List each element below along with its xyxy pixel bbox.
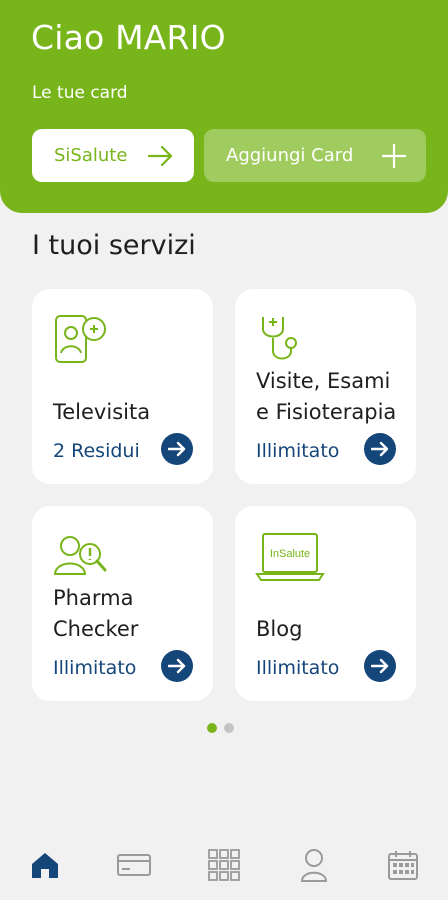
- page-dot-active[interactable]: [207, 723, 217, 733]
- arrow-right-icon[interactable]: [161, 650, 193, 682]
- tile-status: Illimitato: [53, 657, 137, 679]
- card-label: SiSalute: [54, 145, 128, 166]
- grid-icon: [208, 849, 240, 881]
- tile-status: 2 Residui: [53, 440, 140, 462]
- nav-cards[interactable]: [104, 840, 164, 890]
- laptop-icon: InSalute: [255, 533, 325, 581]
- add-card-label: Aggiungi Card: [226, 145, 354, 166]
- calendar-icon: [388, 851, 419, 880]
- services-title: I tuoi servizi: [32, 230, 196, 261]
- nav-home[interactable]: [15, 840, 75, 890]
- laptop-screen-text: InSalute: [270, 548, 310, 560]
- page-dot[interactable]: [224, 723, 234, 733]
- arrow-right-icon: [148, 145, 173, 166]
- cards-label: Le tue card: [32, 83, 128, 103]
- pharma-search-icon: [53, 536, 107, 575]
- profile-icon: [300, 849, 327, 882]
- nav-profile[interactable]: [284, 840, 344, 890]
- arrow-right-icon[interactable]: [364, 433, 396, 465]
- nav-calendar[interactable]: [373, 840, 433, 890]
- tile-name: Visite, Esami e Fisioterapia: [256, 369, 397, 424]
- bottom-nav: [0, 830, 448, 900]
- tile-status: Illimitato: [256, 657, 340, 679]
- arrow-right-icon[interactable]: [161, 433, 193, 465]
- nav-services[interactable]: [194, 840, 254, 890]
- tile-name: Pharma Checker: [53, 586, 139, 641]
- video-call-icon: [55, 315, 106, 363]
- home-icon: [31, 853, 58, 878]
- greeting: Ciao MARIO: [31, 18, 226, 57]
- add-card-button[interactable]: Aggiungi Card: [204, 129, 426, 182]
- service-tile-blog[interactable]: InSalute Blog Illimitato: [235, 506, 416, 701]
- tile-name: Televisita: [53, 400, 151, 424]
- tile-name: Blog: [256, 617, 303, 641]
- plus-icon: [382, 143, 406, 168]
- header: Ciao MARIO Le tue card SiSalute Aggiungi…: [0, 0, 448, 213]
- service-tile-pharma-checker[interactable]: Pharma Checker Illimitato: [32, 506, 213, 701]
- page-indicator: [207, 723, 234, 733]
- sisalute-card-button[interactable]: SiSalute: [32, 129, 194, 182]
- service-tile-visite[interactable]: Visite, Esami e Fisioterapia Illimitato: [235, 289, 416, 484]
- tile-status: Illimitato: [256, 440, 340, 462]
- arrow-right-icon[interactable]: [364, 650, 396, 682]
- card-icon: [117, 854, 152, 876]
- stethoscope-icon: [262, 317, 297, 360]
- service-tile-televisita[interactable]: Televisita 2 Residui: [32, 289, 213, 484]
